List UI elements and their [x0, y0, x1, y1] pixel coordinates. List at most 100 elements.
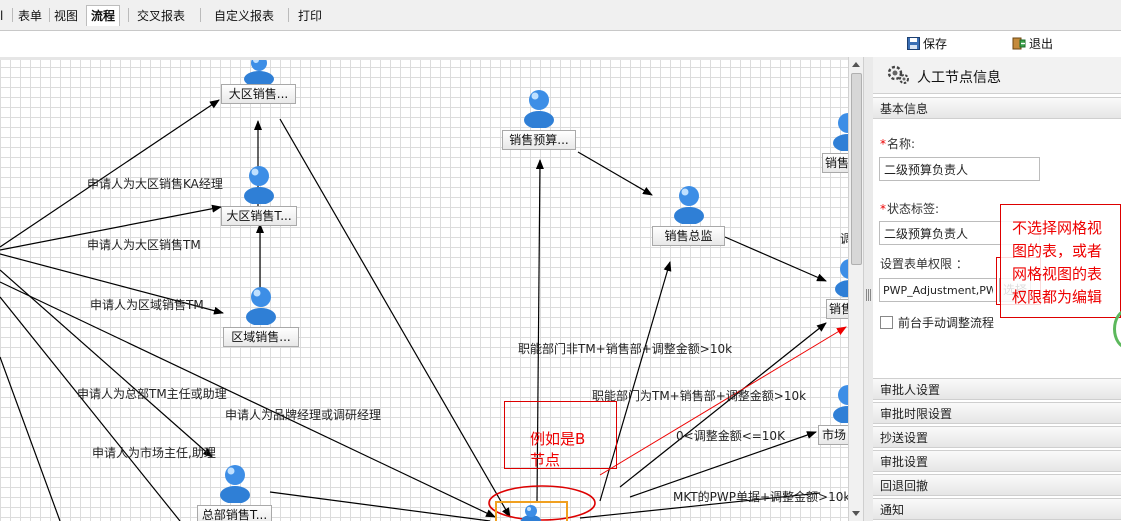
node-label: 销售预算... [502, 130, 576, 150]
save-icon [907, 37, 920, 50]
node-properties-panel: 人工节点信息 基本信息 *名称: *状态标签: 设置表单权限 ： 选择 前台手动… [873, 57, 1121, 521]
canvas-vertical-scrollbar[interactable] [848, 57, 863, 521]
panel-header: 人工节点信息 [873, 57, 1121, 94]
tab-separator [12, 8, 13, 22]
save-label: 保存 [923, 37, 948, 51]
scroll-up-icon[interactable] [852, 62, 860, 67]
exit-icon [1012, 37, 1026, 50]
edge [0, 99, 220, 248]
user-node-icon [244, 166, 274, 204]
manual-adjust-label: 前台手动调整流程 [898, 316, 995, 330]
tab-bar: l 表单 视图 流程 交叉报表 自定义报表 打印 [0, 0, 1121, 31]
exit-label: 退出 [1029, 37, 1054, 51]
tab-partial[interactable]: l [0, 6, 3, 26]
tab-separator [200, 8, 201, 22]
node-label: 销售总监 [652, 226, 725, 246]
edge-label: 职能部门为TM+销售部+调整金额>10k [592, 389, 807, 403]
workflow-node[interactable]: 销售 [822, 107, 848, 175]
workflow-node[interactable]: 大区销售... [221, 57, 296, 105]
exit-button[interactable]: 退出 [1012, 35, 1053, 53]
edge-label: 0<调整金额<=10K [676, 429, 785, 443]
scroll-thumb[interactable] [851, 73, 862, 265]
node-label: 销售 [826, 299, 848, 319]
node-label: 销售 [822, 153, 848, 173]
node-label: 大区销售... [221, 84, 296, 104]
node-label: 大区销售T... [221, 206, 297, 226]
toolbar: 保存 退出 [0, 31, 1121, 57]
edge-label: 申请人为品牌经理或调研经理 [225, 408, 382, 422]
annotation-line: 节点 [530, 451, 561, 469]
name-label-text: 名称: [887, 137, 916, 151]
section-cc-settings[interactable]: 抄送设置 [873, 426, 1121, 448]
edge [279, 118, 511, 518]
user-node-icon [243, 57, 274, 84]
section-basic-info[interactable]: 基本信息 [873, 97, 1121, 119]
user-node-icon [833, 385, 848, 423]
user-node-icon [673, 186, 704, 224]
workflow-node[interactable]: 销售预算... [502, 84, 576, 152]
edge-label: 申请人为市场主任,助理 [92, 446, 216, 460]
required-marker: * [880, 137, 886, 151]
workflow-node[interactable]: 大区销售T... [221, 160, 297, 228]
user-node-icon [521, 505, 541, 521]
tab-separator [288, 8, 289, 22]
edge-label: 申请人为大区销售TM [87, 238, 201, 252]
annotation-text: 例如是B 节点 [530, 429, 585, 471]
workflow-node[interactable]: 市场 [818, 379, 848, 447]
edge [577, 151, 653, 196]
section-approval-time-limit[interactable]: 审批时限设置 [873, 402, 1121, 424]
name-field[interactable] [879, 157, 1040, 181]
workflow-node[interactable]: 销售总监 [652, 180, 725, 248]
edge-label: MKT的PWP单据+调整金额>10k [673, 490, 848, 504]
gear-icon [887, 65, 909, 84]
workflow-node[interactable]: 销售 [826, 253, 848, 321]
scroll-down-icon[interactable] [852, 511, 860, 516]
annotation-line: 例如是B [530, 430, 586, 448]
section-rollback-withdraw[interactable]: 回退回撤 [873, 474, 1121, 496]
canvas-top-border [0, 57, 848, 60]
tab-print[interactable]: 打印 [298, 6, 322, 26]
edge [0, 356, 61, 521]
splitter-grip-icon[interactable] [866, 289, 871, 301]
name-label: *名称: [880, 135, 915, 152]
save-button[interactable]: 保存 [907, 35, 947, 53]
user-node-icon [246, 287, 276, 325]
required-marker: * [880, 202, 886, 216]
annotation-line: 网格视图的表 [1012, 265, 1103, 283]
status-label-text: 状态标签: [887, 202, 940, 216]
panel-title: 人工节点信息 [917, 70, 1001, 86]
tab-custom-report[interactable]: 自定义报表 [214, 6, 274, 26]
annotation-text: 不选择网格视 图的表，或者 网格视图的表 权限都为编辑 [1012, 217, 1102, 309]
workflow-canvas[interactable]: 大区销售... 大区销售T... 区域销售... 总部销售T... 销售预算..… [0, 57, 848, 521]
tab-cross-report[interactable]: 交叉报表 [137, 6, 185, 26]
workflow-node[interactable]: 总部销售T... [197, 459, 272, 521]
tab-separator [128, 8, 129, 22]
form-permission-label: 设置表单权限 ： [880, 257, 968, 271]
workflow-node[interactable]: 区域销售... [223, 281, 299, 349]
user-node-icon [835, 259, 848, 297]
tab-workflow[interactable]: 流程 [86, 5, 121, 26]
edge-label: 调 [840, 232, 848, 246]
edge [0, 296, 181, 521]
edge-label: 申请人为总部TM主任或助理 [77, 387, 227, 401]
edge-label: 职能部门非TM+销售部+调整金额>10k [518, 342, 733, 356]
user-node-icon [833, 113, 848, 151]
node-label: 总部销售T... [197, 505, 272, 521]
form-permission-field[interactable] [879, 278, 997, 302]
tab-form[interactable]: 表单 [18, 6, 42, 26]
annotation-line: 不选择网格视 [1012, 219, 1103, 237]
section-approver-settings[interactable]: 审批人设置 [873, 378, 1121, 400]
manual-adjust-checkbox[interactable] [880, 316, 893, 329]
edge [269, 491, 491, 521]
tab-view[interactable]: 视图 [54, 6, 78, 26]
section-notification[interactable]: 通知 [873, 498, 1121, 520]
annotation-line: 图的表，或者 [1012, 242, 1103, 260]
section-approval-settings[interactable]: 审批设置 [873, 450, 1121, 472]
user-node-icon [219, 465, 250, 503]
status-label: *状态标签: [880, 200, 939, 217]
annotation-line: 权限都为编辑 [1012, 288, 1103, 306]
node-label: 区域销售... [223, 327, 299, 347]
user-node-icon [524, 90, 554, 128]
edge [724, 236, 827, 282]
node-label: 市场 [818, 425, 848, 445]
